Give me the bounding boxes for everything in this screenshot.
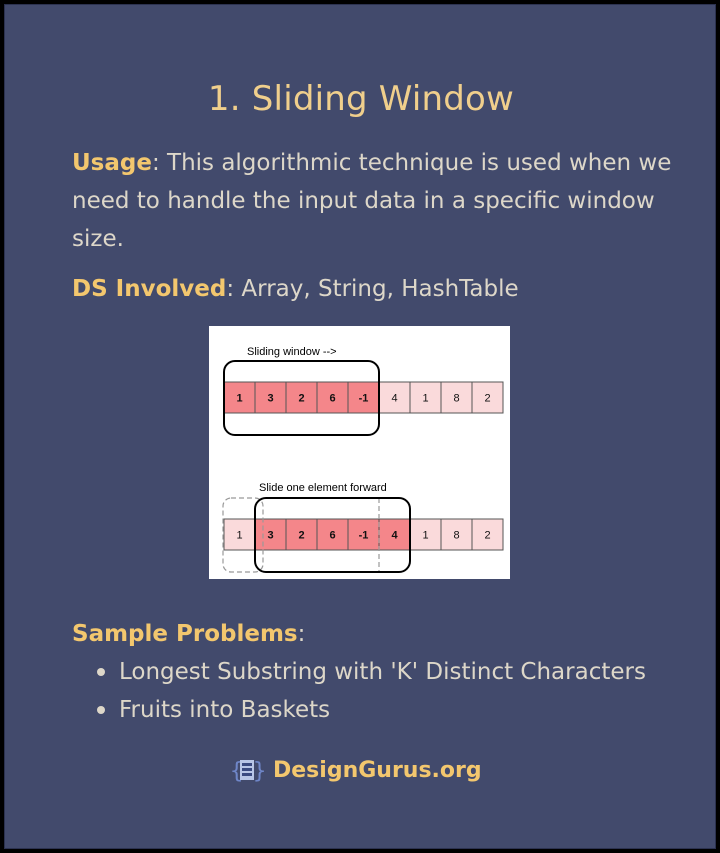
array-row-initial: 1 3 2 6 -1 4 1 8 2: [223, 381, 504, 414]
array-cell-value: 3: [267, 530, 273, 542]
array-cell-value: 8: [453, 393, 459, 405]
ds-involved-paragraph: DS Involved: Array, String, HashTable: [72, 270, 672, 308]
array-cell-value: 1: [422, 530, 428, 542]
infographic-card: 1. Sliding Window Usage: This algorithmi…: [4, 4, 716, 849]
array-cell-value: 8: [453, 530, 459, 542]
sample-problems-list: Longest Substring with 'K' Distinct Char…: [97, 653, 646, 729]
sliding-window-svg: Sliding window --> Slide one element for…: [222, 346, 504, 573]
ds-label: DS Involved: [72, 276, 227, 302]
array-cell-value: 2: [298, 393, 304, 405]
usage-label: Usage: [72, 150, 152, 176]
array-cell-value: 2: [484, 393, 490, 405]
brand-name: DesignGurus.org: [273, 757, 482, 783]
diagram-caption-bottom: Slide one element forward: [259, 482, 387, 494]
designgurus-logo-icon: { }: [230, 759, 264, 784]
array-cell-value: -1: [359, 393, 369, 405]
list-item: Fruits into Baskets: [97, 691, 646, 729]
sample-label: Sample Problems: [72, 621, 298, 647]
ds-text: : Array, String, HashTable: [226, 276, 519, 302]
sample-suffix: :: [297, 621, 306, 647]
array-cell-value: 6: [329, 393, 335, 405]
page-title: 1. Sliding Window: [207, 79, 515, 119]
array-cell-value: 3: [267, 393, 273, 405]
array-cell-value: 1: [236, 393, 242, 405]
usage-paragraph: Usage: This algorithmic technique is use…: [72, 144, 672, 258]
array-cell-value: 6: [329, 530, 335, 542]
diagram-caption-top: Sliding window -->: [247, 346, 337, 358]
array-cell-value: 2: [484, 530, 490, 542]
list-item: Longest Substring with 'K' Distinct Char…: [97, 653, 646, 691]
array-cell-value: -1: [359, 530, 369, 542]
array-cell-value: 4: [391, 393, 397, 405]
array-row-shifted: 1 3 2 6 -1 4 1 8 2: [223, 518, 504, 551]
sliding-window-diagram: Sliding window --> Slide one element for…: [209, 326, 510, 579]
array-cell-value: 4: [391, 530, 398, 542]
brand: { } DesignGurus.org: [230, 755, 482, 785]
usage-text: : This algorithmic technique is used whe…: [72, 150, 672, 252]
svg-text:}: }: [253, 759, 264, 784]
array-cell-value: 1: [422, 393, 428, 405]
sample-problems-heading: Sample Problems:: [72, 615, 672, 653]
array-cell-value: 2: [298, 530, 304, 542]
array-cell-value: 1: [236, 530, 242, 542]
